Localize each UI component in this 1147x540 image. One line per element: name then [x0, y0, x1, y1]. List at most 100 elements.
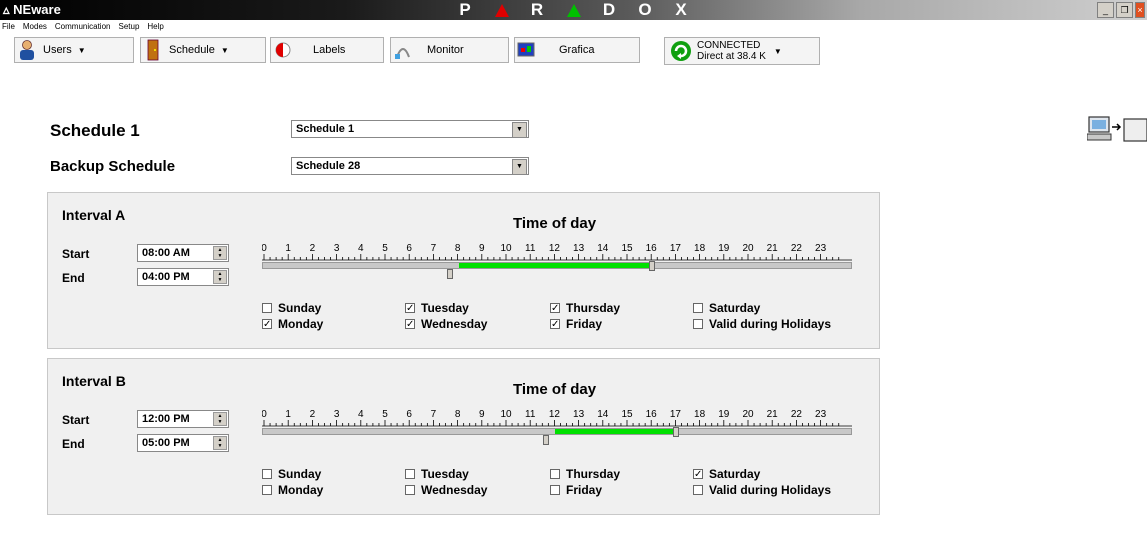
start-time-spinner[interactable]: 12:00 PM ▲ ▼	[137, 410, 229, 428]
connection-status-dropdown[interactable]: CONNECTED Direct at 38.4 K ▼	[664, 37, 820, 65]
monitor-button[interactable]: Monitor	[390, 37, 509, 63]
checkbox-box[interactable]: ✓	[405, 319, 415, 330]
day-checkbox-tuesday[interactable]: Tuesday	[405, 467, 469, 481]
menu-help[interactable]: Help	[147, 20, 163, 34]
spin-buttons[interactable]: ▲ ▼	[213, 270, 227, 284]
hour-tick-label: 23	[815, 243, 827, 254]
checkbox-label: Wednesday	[421, 317, 488, 331]
hour-tick-label: 3	[334, 409, 340, 420]
grafica-label: Grafica	[559, 44, 595, 56]
hour-tick-label: 22	[791, 243, 803, 254]
day-checkbox-sunday[interactable]: Sunday	[262, 467, 321, 481]
checkbox-box[interactable]: ✓	[693, 469, 703, 480]
time-range-slider[interactable]	[262, 427, 852, 445]
end-label: End	[62, 271, 85, 285]
hour-tick-label: 20	[742, 409, 754, 420]
paradox-brand-logo: P R D O X	[448, 0, 700, 20]
time-range-slider[interactable]	[262, 261, 852, 279]
checkbox-box[interactable]	[693, 485, 703, 495]
hour-tick-label: 20	[742, 243, 754, 254]
chevron-down-icon[interactable]: ▼	[512, 122, 527, 138]
day-checkbox-friday[interactable]: Friday	[550, 483, 602, 497]
menu-communication[interactable]: Communication	[55, 20, 111, 34]
hour-tick-label: 4	[358, 243, 364, 254]
menu-file[interactable]: File	[2, 20, 15, 34]
checkbox-box[interactable]: ✓	[262, 319, 272, 330]
minimize-button[interactable]: _	[1097, 2, 1114, 18]
red-triangle-icon	[495, 3, 509, 17]
spin-buttons[interactable]: ▲ ▼	[213, 412, 227, 426]
checkbox-box[interactable]	[262, 303, 272, 313]
day-checkbox-thursday[interactable]: Thursday	[550, 467, 620, 481]
hour-tick-label: 13	[573, 409, 585, 420]
chevron-down-icon[interactable]: ▼	[512, 159, 527, 175]
day-checkbox-saturday[interactable]: Saturday	[693, 301, 760, 315]
spin-buttons[interactable]: ▲ ▼	[213, 246, 227, 260]
checkbox-box[interactable]	[550, 485, 560, 495]
end-time-value: 04:00 PM	[142, 271, 190, 283]
day-checkbox-saturday[interactable]: ✓ Saturday	[693, 467, 760, 481]
connection-speed: Direct at 38.4 K	[697, 51, 766, 62]
spin-buttons[interactable]: ▲ ▼	[213, 436, 227, 450]
users-button[interactable]: Users ▼	[14, 37, 134, 63]
end-thumb[interactable]	[649, 261, 656, 271]
checkbox-box[interactable]	[262, 485, 272, 495]
checkbox-box[interactable]	[405, 469, 415, 479]
labels-button[interactable]: Labels	[270, 37, 384, 63]
hour-tick-label: 5	[382, 243, 388, 254]
day-checkbox-tuesday[interactable]: ✓ Tuesday	[405, 301, 469, 315]
start-thumb[interactable]	[543, 435, 550, 445]
hour-tick-label: 0	[262, 409, 267, 420]
brand-letter: R	[530, 0, 546, 19]
end-time-spinner[interactable]: 05:00 PM ▲ ▼	[137, 434, 229, 452]
day-checkbox-friday[interactable]: ✓ Friday	[550, 317, 602, 331]
day-checkbox-thursday[interactable]: ✓ Thursday	[550, 301, 620, 315]
hour-tick-label: 2	[310, 409, 316, 420]
hour-tick-label: 16	[646, 409, 658, 420]
day-checkbox-monday[interactable]: ✓ Monday	[262, 317, 323, 331]
checkbox-box[interactable]	[550, 469, 560, 479]
hour-tick-label: 8	[455, 409, 461, 420]
start-time-spinner[interactable]: 08:00 AM ▲ ▼	[137, 244, 229, 262]
day-checkbox-valid-during-holidays[interactable]: Valid during Holidays	[693, 317, 831, 331]
schedule-button[interactable]: Schedule ▼	[140, 37, 266, 63]
interval-b-panel: Interval B Time of day Start End 12:00 P…	[47, 358, 880, 515]
checkbox-box[interactable]: ✓	[405, 303, 415, 314]
hour-tick-label: 19	[718, 243, 730, 254]
restore-button[interactable]: ❐	[1116, 2, 1133, 18]
hour-tick-label: 3	[334, 243, 340, 254]
day-checkbox-wednesday[interactable]: Wednesday	[405, 483, 487, 497]
start-thumb[interactable]	[446, 269, 453, 279]
menu-modes[interactable]: Modes	[23, 20, 47, 34]
checkbox-box[interactable]	[693, 319, 703, 329]
day-checkbox-valid-during-holidays[interactable]: Valid during Holidays	[693, 483, 831, 497]
hour-tick-label: 5	[382, 409, 388, 420]
toolbar: Users ▼ Schedule ▼ Labels Monitor Grafica …	[0, 35, 1147, 65]
day-checkbox-wednesday[interactable]: ✓ Wednesday	[405, 317, 487, 331]
checkbox-box[interactable]: ✓	[550, 319, 560, 330]
chart-icon	[517, 42, 535, 57]
user-icon	[20, 40, 34, 60]
hour-tick-label: 13	[573, 243, 585, 254]
day-checkbox-sunday[interactable]: Sunday	[262, 301, 321, 315]
end-time-spinner[interactable]: 04:00 PM ▲ ▼	[137, 268, 229, 286]
day-checkbox-monday[interactable]: Monday	[262, 483, 323, 497]
selected-range	[555, 429, 677, 434]
checkbox-box[interactable]: ✓	[550, 303, 560, 314]
checkbox-box[interactable]	[405, 485, 415, 495]
checkbox-box[interactable]	[262, 469, 272, 479]
monitor-icon	[395, 48, 410, 59]
grafica-button[interactable]: Grafica	[514, 37, 640, 63]
backup-schedule-select[interactable]: Schedule 28 ▼	[291, 157, 529, 175]
hour-tick-label: 1	[285, 243, 291, 254]
hour-tick-label: 18	[694, 243, 706, 254]
green-triangle-icon	[567, 3, 581, 17]
hour-tick-label: 18	[694, 409, 706, 420]
menu-setup[interactable]: Setup	[118, 20, 139, 34]
end-thumb[interactable]	[673, 427, 680, 437]
hour-tick-label: 22	[791, 409, 803, 420]
schedule-select[interactable]: Schedule 1 ▼	[291, 120, 529, 138]
checkbox-box[interactable]	[693, 303, 703, 313]
close-button[interactable]: ×	[1135, 2, 1145, 18]
hour-tick-label: 7	[431, 409, 437, 420]
